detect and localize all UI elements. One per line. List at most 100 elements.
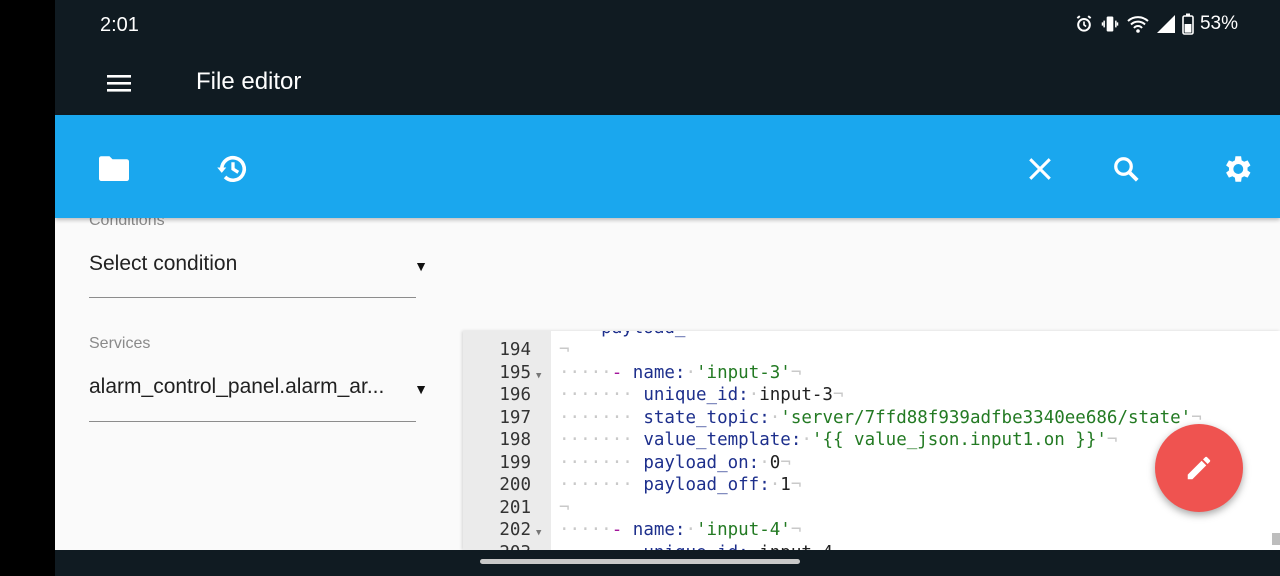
- search-icon[interactable]: [1106, 149, 1146, 189]
- eol-marker: ¬: [832, 385, 844, 405]
- status-time: 2:01: [100, 14, 139, 36]
- whitespace-marker: ·: [685, 520, 697, 540]
- line-number: 197: [499, 407, 531, 428]
- chevron-down-icon: ▼: [414, 381, 428, 397]
- whitespace-marker: ····: [559, 430, 602, 450]
- code-text: ······· unique_id:·input-3¬: [559, 384, 844, 407]
- folder-icon[interactable]: [94, 149, 134, 189]
- yaml-value: input-4: [759, 543, 833, 551]
- menu-icon[interactable]: [105, 70, 133, 96]
- code-line: 198 ······· value_template:·'{{ value_jso…: [463, 429, 1280, 452]
- whitespace-marker: ·: [601, 362, 612, 383]
- code-line: 203 ······· unique_id:·input-4¬: [463, 542, 1280, 551]
- yaml-value: 'server/7ffd88f939adfbe3340ee686/state': [780, 407, 1192, 428]
- battery-icon: [1182, 13, 1194, 35]
- eol-marker: ¬: [790, 362, 802, 383]
- eol-marker: ¬: [559, 497, 570, 518]
- line-number: 198: [499, 430, 531, 450]
- whitespace-marker: ···: [601, 385, 633, 405]
- page-title: File editor: [196, 68, 302, 95]
- whitespace-marker: ·: [685, 362, 697, 383]
- whitespace-marker: ···: [601, 452, 633, 473]
- home-gesture-handle[interactable]: [480, 559, 800, 564]
- line-number: 196: [499, 385, 531, 405]
- edit-icon: [1187, 456, 1211, 480]
- wifi-icon: [1126, 14, 1150, 34]
- service-select-value: alarm_control_panel.alarm_ar...: [89, 375, 385, 398]
- list-dash: -: [611, 362, 633, 383]
- close-icon[interactable]: [1020, 149, 1060, 189]
- status-icons: 53%: [1074, 13, 1238, 35]
- yaml-value: input-3: [759, 385, 833, 405]
- eol-marker: ¬: [559, 340, 570, 360]
- whitespace-marker: ····: [559, 475, 602, 495]
- code-text: ······· state_topic:·'server/7ffd88f939a…: [559, 407, 1202, 430]
- code-text: ¬: [559, 339, 570, 362]
- yaml-key: payload_on:: [643, 452, 760, 473]
- line-number: 199: [499, 452, 531, 473]
- whitespace-marker: ···: [601, 475, 633, 495]
- eol-marker: ¬: [790, 520, 802, 540]
- yaml-value: 1: [780, 475, 791, 495]
- edit-fab[interactable]: [1155, 424, 1243, 512]
- editor-scrollbar[interactable]: [1272, 533, 1280, 545]
- code-line: ·· payload_: [463, 331, 1280, 339]
- whitespace-marker: ····: [559, 407, 602, 428]
- signal-icon: [1156, 14, 1176, 34]
- whitespace-marker: ··: [559, 331, 601, 338]
- yaml-key: unique_id:: [643, 543, 748, 551]
- eol-marker: ¬: [1106, 430, 1118, 450]
- code-text: ·····- name:·'input-3'¬: [559, 362, 801, 385]
- code-line: 202 ▼ ·····- name:·'input-4'¬: [463, 519, 1280, 542]
- code-text: ·· payload_: [559, 331, 685, 339]
- code-text: ······· unique_id:·input-4¬: [559, 542, 844, 551]
- whitespace-marker: ·: [769, 407, 781, 428]
- history-icon[interactable]: [213, 149, 253, 189]
- whitespace-marker: ·: [748, 385, 760, 405]
- code-text: ······· payload_on:·0¬: [559, 452, 791, 475]
- services-label: Services: [89, 335, 151, 352]
- yaml-value: 'input-3': [696, 362, 791, 383]
- code-line: 194 ¬: [463, 339, 1280, 362]
- eol-marker: ¬: [780, 452, 791, 473]
- chevron-down-icon: ▼: [414, 258, 428, 274]
- line-number: 201: [499, 497, 531, 518]
- whitespace-marker: ···: [601, 543, 633, 551]
- line-number: 194: [499, 340, 531, 360]
- code-text: ¬: [559, 497, 570, 520]
- yaml-key: name:: [632, 520, 686, 540]
- whitespace-marker: ·: [769, 475, 781, 495]
- yaml-key: value_template:: [643, 430, 802, 450]
- yaml-value: '{{ value_json.input1.on }}': [811, 430, 1107, 450]
- app-header: File editor: [55, 50, 1280, 115]
- line-number: 195: [499, 362, 531, 383]
- list-dash: -: [611, 520, 633, 540]
- code-line: 195 ▼ ·····- name:·'input-3'¬: [463, 362, 1280, 385]
- whitespace-marker: ····: [559, 362, 602, 383]
- status-bar: 2:01 53%: [55, 0, 1280, 50]
- whitespace-marker: ···: [601, 407, 633, 428]
- whitespace-marker: ·: [759, 452, 770, 473]
- code-token: payload_: [601, 331, 685, 338]
- service-select[interactable]: alarm_control_panel.alarm_ar... ▼: [89, 369, 428, 422]
- code-line: 196 ······· unique_id:·input-3¬: [463, 384, 1280, 407]
- yaml-key: name:: [632, 362, 686, 383]
- device-bezel: [0, 0, 55, 576]
- line-number: 200: [499, 475, 531, 495]
- line-number: 203: [463, 542, 531, 551]
- code-text: ·····- name:·'input-4'¬: [559, 519, 801, 542]
- line-number: 202: [499, 520, 531, 540]
- whitespace-marker: ····: [559, 520, 602, 540]
- code-editor[interactable]: ·· payload_194¬195▼·····- name:·'input-3…: [463, 331, 1280, 550]
- editor-toolbar: [55, 115, 1280, 218]
- condition-select[interactable]: Select condition ▼: [89, 246, 428, 298]
- yaml-value: 0: [769, 452, 781, 473]
- whitespace-marker: ·: [749, 543, 760, 551]
- code-line: 197 ······· state_topic:·'server/7ffd88f9…: [463, 407, 1280, 430]
- vibrate-icon: [1100, 14, 1120, 34]
- whitespace-marker: ····: [559, 452, 602, 473]
- yaml-key: unique_id:: [643, 385, 749, 405]
- yaml-key: payload_off:: [643, 475, 770, 495]
- settings-icon[interactable]: [1217, 149, 1257, 189]
- conditions-label: Conditions: [89, 218, 165, 229]
